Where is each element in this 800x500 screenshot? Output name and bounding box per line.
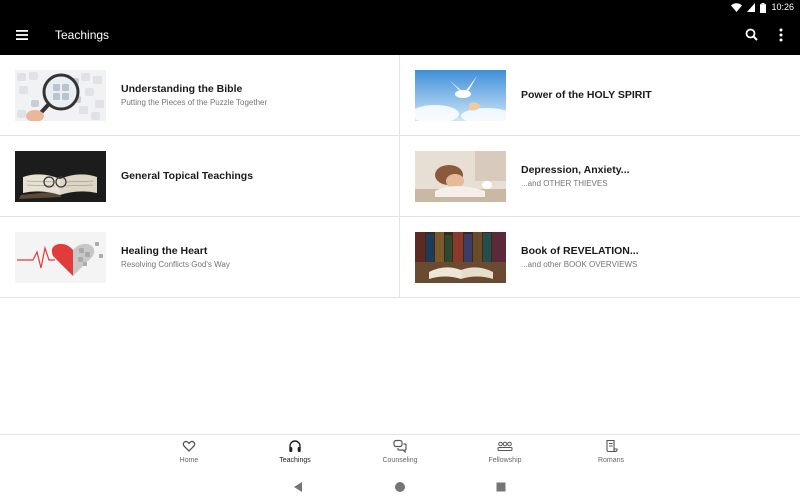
teaching-item-understanding-bible[interactable]: Understanding the Bible Putting the Piec…	[0, 55, 400, 135]
teaching-subtitle: ...and OTHER THIEVES	[521, 179, 608, 188]
nav-item-teachings[interactable]: Teachings	[255, 439, 335, 471]
teaching-title: Healing the Heart	[121, 245, 208, 257]
status-icons: 10:26	[731, 1, 794, 14]
headphones-icon	[289, 440, 301, 452]
nav-item-counseling[interactable]: Counseling	[360, 439, 440, 471]
teachings-row: General Topical Teachings Depression, An…	[0, 136, 800, 217]
teaching-text: Understanding the Bible Putting the Piec…	[121, 55, 391, 135]
teaching-text: Depression, Anxiety... ...and OTHER THIE…	[521, 136, 791, 216]
wifi-icon	[731, 3, 743, 12]
recents-icon	[496, 482, 506, 492]
battery-icon	[760, 2, 767, 13]
teaching-subtitle: Putting the Pieces of the Puzzle Togethe…	[121, 98, 268, 107]
nav-label: Romans	[597, 457, 625, 464]
menu-button[interactable]	[12, 25, 32, 45]
group-icon	[497, 441, 513, 451]
status-bar: 10:26	[0, 0, 800, 15]
puzzle-magnifier-thumbnail	[15, 70, 106, 121]
teaching-item-book-revelation[interactable]: Book of REVELATION... ...and other BOOK …	[400, 217, 800, 297]
heart-icon	[182, 440, 196, 452]
nav-label: Counseling	[382, 457, 418, 464]
teaching-item-depression-anxiety[interactable]: Depression, Anxiety... ...and OTHER THIE…	[400, 136, 800, 216]
nav-label: Teachings	[279, 457, 311, 464]
more-options-button[interactable]	[771, 25, 791, 45]
teachings-grid: Understanding the Bible Putting the Piec…	[0, 55, 800, 298]
system-recents-button[interactable]	[494, 480, 508, 494]
teaching-subtitle: Resolving Conflicts God's Way	[121, 260, 230, 269]
teaching-title: Book of REVELATION...	[521, 245, 639, 257]
teaching-subtitle: ...and other BOOK OVERVIEWS	[521, 260, 638, 269]
nav-label: Home	[179, 457, 199, 464]
teachings-row: Healing the Heart Resolving Conflicts Go…	[0, 217, 800, 298]
open-bible-glasses-thumbnail	[15, 151, 106, 202]
page-title: Teachings	[55, 28, 110, 42]
status-time: 10:26	[771, 2, 794, 12]
menu-icon	[16, 30, 28, 40]
teaching-item-holy-spirit[interactable]: Power of the HOLY SPIRIT	[400, 55, 800, 135]
teaching-item-general-topical[interactable]: General Topical Teachings	[0, 136, 400, 216]
chat-bubbles-icon	[393, 439, 407, 453]
search-button[interactable]	[742, 25, 762, 45]
nav-label: Fellowship	[488, 457, 522, 464]
nav-item-fellowship[interactable]: Fellowship	[465, 439, 545, 471]
bottom-navigation: Home Teachings Counseling Fellowship Rom…	[0, 434, 800, 472]
system-navigation-bar	[0, 472, 800, 500]
teaching-title: Depression, Anxiety...	[521, 164, 630, 176]
nav-item-romans[interactable]: Romans	[571, 439, 651, 471]
teachings-row: Understanding the Bible Putting the Piec…	[0, 55, 800, 136]
back-icon	[294, 482, 302, 492]
library-books-thumbnail	[415, 232, 506, 283]
teaching-text: Book of REVELATION... ...and other BOOK …	[521, 217, 791, 297]
teaching-title: Understanding the Bible	[121, 83, 243, 95]
teaching-text: Healing the Heart Resolving Conflicts Go…	[121, 217, 391, 297]
sad-woman-thumbnail	[415, 151, 506, 202]
puzzle-heart-thumbnail	[15, 232, 106, 283]
teaching-text: General Topical Teachings	[121, 136, 391, 216]
home-icon	[395, 482, 405, 492]
scroll-icon	[606, 439, 618, 453]
dove-sky-thumbnail	[415, 70, 506, 121]
teaching-item-healing-heart[interactable]: Healing the Heart Resolving Conflicts Go…	[0, 217, 400, 297]
more-vert-icon	[779, 28, 783, 42]
cell-signal-icon	[747, 3, 756, 12]
system-home-button[interactable]	[393, 480, 407, 494]
teaching-title: Power of the HOLY SPIRIT	[521, 89, 652, 101]
search-icon	[745, 28, 758, 41]
teaching-text: Power of the HOLY SPIRIT	[521, 55, 791, 135]
teaching-title: General Topical Teachings	[121, 170, 254, 182]
system-back-button[interactable]	[291, 480, 305, 494]
app-bar: Teachings	[0, 15, 800, 55]
nav-item-home[interactable]: Home	[149, 439, 229, 471]
